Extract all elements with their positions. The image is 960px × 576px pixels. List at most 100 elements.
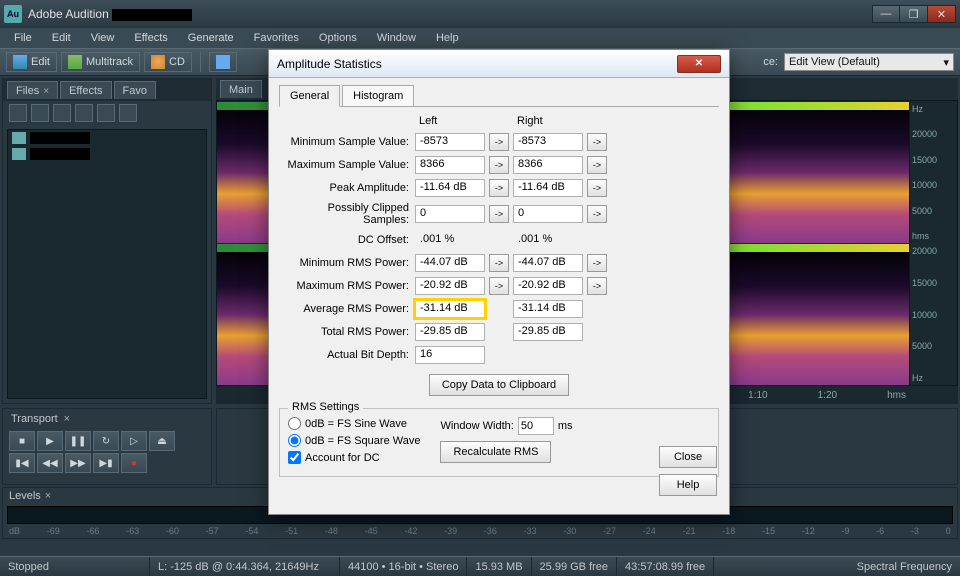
stat-row: Possibly Clipped Samples:0->0-> [279, 202, 719, 226]
menu-edit[interactable]: Edit [44, 30, 79, 46]
goto-left-button[interactable]: -> [489, 277, 509, 295]
stat-label: Total RMS Power: [279, 326, 411, 338]
close-icon[interactable]: × [45, 490, 51, 502]
go-start-button[interactable]: ▮◀ [9, 453, 35, 473]
audio-file-icon [12, 132, 26, 144]
menu-options[interactable]: Options [311, 30, 365, 46]
menu-generate[interactable]: Generate [180, 30, 242, 46]
files-panel: Files× Effects Favo [2, 78, 212, 404]
tab-effects[interactable]: Effects [60, 81, 111, 99]
stat-label: Possibly Clipped Samples: [279, 202, 411, 226]
menu-favorites[interactable]: Favorites [246, 30, 307, 46]
multitrack-mode-button[interactable]: Multitrack [61, 52, 140, 72]
stat-label: Average RMS Power: [279, 303, 411, 315]
window-titlebar: Au Adobe Audition — ❐ ✕ [0, 0, 960, 28]
edit-file-button[interactable] [75, 104, 93, 122]
files-list[interactable] [7, 129, 207, 399]
play-loop-button[interactable]: ↻ [93, 431, 119, 451]
pause-button[interactable]: ❚❚ [65, 431, 91, 451]
stat-label: Maximum Sample Value: [279, 159, 411, 171]
edit-mode-button[interactable]: Edit [6, 52, 57, 72]
amplitude-statistics-dialog: Amplitude Statistics ✕ General Histogram… [268, 49, 730, 515]
stat-value-left: -11.64 dB [415, 179, 485, 197]
window-width-label: Window Width: [440, 420, 513, 432]
copy-clipboard-button[interactable]: Copy Data to Clipboard [429, 374, 569, 396]
stat-value-right: .001 % [513, 231, 583, 249]
goto-right-button[interactable]: -> [587, 133, 607, 151]
freq-scale-right: 2000015000100005000 Hz [909, 244, 957, 385]
stat-value-left: -31.14 dB [415, 300, 485, 318]
tool-icon [216, 55, 230, 69]
stop-button[interactable]: ■ [9, 431, 35, 451]
play-view-button[interactable]: ▷ [121, 431, 147, 451]
menu-file[interactable]: File [6, 30, 40, 46]
status-free1: 25.99 GB free [532, 557, 618, 576]
tool-button-1[interactable] [209, 52, 237, 72]
checkbox-account-dc[interactable]: Account for DC [288, 451, 420, 464]
close-button[interactable]: ✕ [928, 5, 956, 23]
stat-value-right: 0 [513, 205, 583, 223]
stat-value-right: 8366 [513, 156, 583, 174]
menu-help[interactable]: Help [428, 30, 467, 46]
import-button[interactable] [9, 104, 27, 122]
radio-square[interactable]: 0dB = FS Square Wave [288, 434, 420, 447]
app-icon: Au [4, 5, 22, 23]
eject-button[interactable]: ⏏ [149, 431, 175, 451]
close-button[interactable]: Close [659, 446, 717, 468]
window-width-input[interactable] [518, 417, 554, 435]
file-item[interactable] [8, 146, 206, 162]
goto-right-button[interactable]: -> [587, 156, 607, 174]
sort-button[interactable] [119, 104, 137, 122]
go-end-button[interactable]: ▶▮ [93, 453, 119, 473]
help-button[interactable]: Help [659, 474, 717, 496]
stat-label: Peak Amplitude: [279, 182, 411, 194]
stat-row: Maximum Sample Value:8366->8366-> [279, 156, 719, 174]
close-file-button[interactable] [31, 104, 49, 122]
stat-row: DC Offset:.001 %.001 % [279, 231, 719, 249]
menu-view[interactable]: View [83, 30, 123, 46]
insert-button[interactable] [53, 104, 71, 122]
menu-effects[interactable]: Effects [126, 30, 175, 46]
play-button[interactable]: ▶ [37, 431, 63, 451]
radio-sine[interactable]: 0dB = FS Sine Wave [288, 417, 420, 430]
goto-left-button[interactable]: -> [489, 133, 509, 151]
close-icon[interactable]: × [43, 86, 49, 97]
tab-favorites[interactable]: Favo [114, 81, 156, 99]
dialog-titlebar[interactable]: Amplitude Statistics ✕ [269, 50, 729, 78]
file-item[interactable] [8, 130, 206, 146]
stat-value-left: -20.92 dB [415, 277, 485, 295]
tab-histogram[interactable]: Histogram [342, 85, 414, 107]
chevron-down-icon: ▾ [943, 56, 949, 69]
options-button[interactable] [97, 104, 115, 122]
goto-right-button[interactable]: -> [587, 277, 607, 295]
record-button[interactable]: ● [121, 453, 147, 473]
tab-files[interactable]: Files× [7, 81, 58, 99]
close-icon[interactable]: × [64, 413, 70, 425]
col-right-label: Right [513, 115, 583, 127]
tab-main[interactable]: Main [220, 80, 262, 98]
cd-mode-button[interactable]: CD [144, 52, 192, 72]
stat-value-left: 8366 [415, 156, 485, 174]
goto-left-button[interactable]: -> [489, 179, 509, 197]
tab-general[interactable]: General [279, 85, 340, 107]
goto-right-button[interactable]: -> [587, 205, 607, 223]
stat-value-left: -8573 [415, 133, 485, 151]
fforward-button[interactable]: ▶▶ [65, 453, 91, 473]
goto-right-button[interactable]: -> [587, 179, 607, 197]
recalculate-rms-button[interactable]: Recalculate RMS [440, 441, 551, 463]
goto-left-button[interactable]: -> [489, 156, 509, 174]
minimize-button[interactable]: — [872, 5, 900, 23]
dialog-close-button[interactable]: ✕ [677, 55, 721, 73]
status-state: Stopped [0, 557, 150, 576]
stat-value-right: -31.14 dB [513, 300, 583, 318]
menu-window[interactable]: Window [369, 30, 424, 46]
rms-legend: RMS Settings [288, 401, 363, 413]
workspace-combo[interactable]: Edit View (Default)▾ [784, 53, 954, 71]
goto-left-button[interactable]: -> [489, 205, 509, 223]
workspace-label: ce: [763, 56, 778, 68]
maximize-button[interactable]: ❐ [900, 5, 928, 23]
rewind-button[interactable]: ◀◀ [37, 453, 63, 473]
stat-value-right: -44.07 dB [513, 254, 583, 272]
goto-right-button[interactable]: -> [587, 254, 607, 272]
goto-left-button[interactable]: -> [489, 254, 509, 272]
